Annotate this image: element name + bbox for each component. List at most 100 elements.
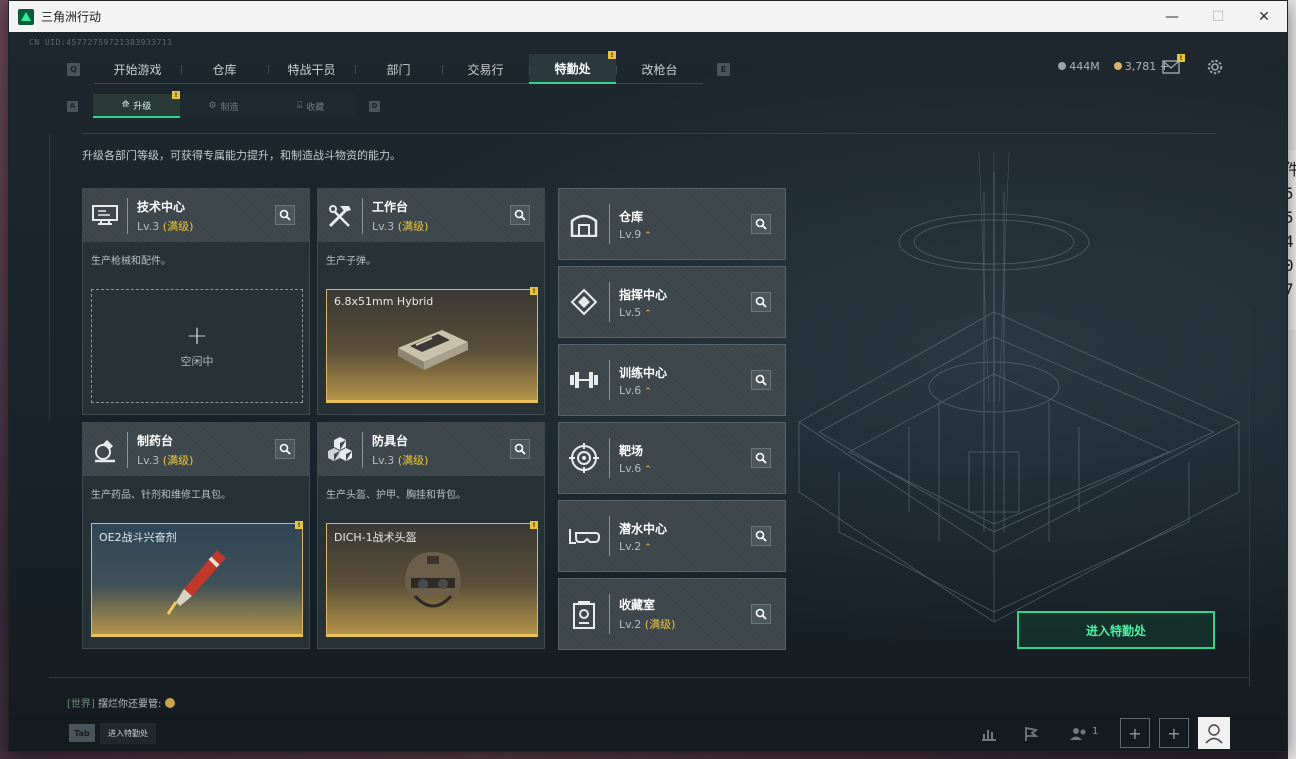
building-name: 靶场 — [619, 443, 644, 458]
search-icon[interactable] — [751, 292, 771, 312]
player-avatar[interactable] — [1198, 717, 1230, 749]
building-level: Lv.2 ⌃ — [619, 540, 667, 553]
building-card-training-center[interactable]: 训练中心 Lv.6 ⌃ — [558, 344, 786, 416]
target-icon — [559, 422, 609, 494]
close-button[interactable]: ✕ — [1241, 1, 1287, 32]
station-name: 工作台 — [372, 199, 409, 214]
add-party-member-button[interactable]: + — [1120, 718, 1150, 748]
card-separator — [609, 516, 610, 556]
max-level-tag: (满级) — [162, 219, 194, 233]
tab-gunsmith[interactable]: 改枪台 — [616, 54, 703, 84]
tab-special-ops[interactable]: 特勤处 ! — [529, 51, 616, 84]
item-name: OE2战斗兴奋剂 — [99, 531, 177, 544]
bottom-bar: Tab 进入特勤处 1 + + — [9, 715, 1287, 751]
max-level-tag: (满级) — [397, 453, 429, 467]
sub-nav: A ⟰ 升级 ! ⚙ 制造 ⌸ 收藏 D — [67, 91, 380, 118]
search-icon[interactable] — [510, 439, 530, 459]
search-icon[interactable] — [275, 439, 295, 459]
craft-icon: ⚙ — [208, 101, 217, 111]
card-separator — [609, 204, 610, 244]
search-icon[interactable] — [510, 205, 530, 225]
maximize-button[interactable]: ☐ — [1195, 1, 1241, 32]
chat-message: 摆烂你还要管: — [98, 699, 162, 710]
building-card-diving-center[interactable]: 潜水中心 Lv.2 ⌃ — [558, 500, 786, 572]
search-icon[interactable] — [751, 448, 771, 468]
station-card-workbench[interactable]: 工作台 Lv.3 (满级) 生产子弹。 6.8x51mm Hybrid ! — [317, 188, 545, 415]
tactical-helmet-icon — [405, 552, 461, 608]
search-icon[interactable] — [751, 370, 771, 390]
card-separator — [609, 282, 610, 322]
idle-production-slot[interactable]: + 空闲中 — [91, 289, 303, 403]
level-value: Lv.5 — [619, 305, 642, 319]
subtab-upgrade[interactable]: ⟰ 升级 ! — [93, 91, 180, 118]
computer-icon — [83, 189, 127, 242]
game-viewport: CN UID:4577275972138393371​1 Q 开始游戏 仓库 特… — [9, 32, 1287, 751]
enter-special-ops-button[interactable]: 进入特勤处 — [1017, 611, 1215, 649]
flag-icon[interactable] — [1019, 722, 1043, 746]
station-name: 防具台 — [372, 433, 409, 448]
tab-department[interactable]: 部门 — [355, 54, 442, 84]
subtab-collection[interactable]: ⌸ 收藏 — [267, 94, 354, 118]
building-card-command-center[interactable]: 指挥中心 Lv.5 ⌃ — [558, 266, 786, 338]
subnav-prev-key[interactable]: A — [67, 100, 78, 112]
notification-badge: ! — [295, 521, 303, 529]
currency-display: 444M 3,781 + — [1058, 60, 1169, 73]
friends-online-count: 1 — [1092, 726, 1099, 737]
subtab-craft[interactable]: ⚙ 制造 — [180, 94, 267, 118]
silver-currency[interactable]: 444M — [1058, 60, 1100, 73]
stats-chart-icon[interactable] — [977, 722, 1001, 746]
emoji-icon — [164, 698, 175, 708]
world-chat[interactable]: [世界] 摆烂你还要管: — [67, 695, 175, 710]
add-plus-icon: + — [186, 321, 208, 351]
station-card-tech-center[interactable]: 技术中心 Lv.3 (满级) 生产枪械和配件。 + 空闲中 — [82, 188, 310, 415]
settings-gear-icon[interactable] — [1205, 58, 1225, 76]
subnav-next-key[interactable]: D — [369, 100, 380, 112]
level-value: Lv.9 — [619, 227, 642, 241]
building-level: Lv.2 (满级) — [619, 616, 675, 632]
station-level: Lv.3 (满级) — [372, 452, 428, 468]
notification-badge: ! — [530, 521, 538, 529]
max-level-tag: (满级) — [644, 618, 676, 631]
nav-next-key[interactable]: E — [717, 62, 730, 76]
station-card-pharmacy[interactable]: 制药台 Lv.3 (满级) 生产药品、针剂和维修工具包。 OE2战斗兴奋剂 ! — [82, 422, 310, 649]
subtab-craft-label: 制造 — [220, 102, 239, 113]
tab-warehouse[interactable]: 仓库 — [181, 54, 268, 84]
nav-prev-key[interactable]: Q — [67, 62, 80, 76]
building-level: Lv.6 ⌃ — [619, 384, 667, 397]
tab-operators[interactable]: 特战干员 — [268, 54, 355, 84]
production-slot[interactable]: OE2战斗兴奋剂 ! — [91, 521, 303, 637]
building-card-warehouse[interactable]: 仓库 Lv.9 ⌃ — [558, 188, 786, 260]
station-card-armor[interactable]: 防具台 Lv.3 (满级) 生产头盔、护甲、胸挂和背包。 DICH-1战术头盔 … — [317, 422, 545, 649]
main-nav: Q 开始游戏 仓库 特战干员 部门 交易行 特勤处 ! 改枪台 E — [67, 51, 730, 84]
search-icon[interactable] — [275, 205, 295, 225]
level-value: Lv.6 — [619, 461, 642, 475]
minimize-button[interactable]: — — [1149, 1, 1195, 32]
building-card-collection-room[interactable]: 收藏室 Lv.2 (满级) — [558, 578, 786, 650]
search-icon[interactable] — [751, 526, 771, 546]
production-slot[interactable]: 6.8x51mm Hybrid ! — [326, 287, 538, 403]
mail-icon[interactable]: ! — [1161, 54, 1185, 76]
dumbbell-icon — [559, 344, 609, 416]
tab-market[interactable]: 交易行 — [442, 54, 529, 84]
title-bar[interactable]: 三角洲行动 — ☐ ✕ — [9, 1, 1287, 32]
diving-mask-icon — [559, 500, 609, 572]
station-name: 制药台 — [137, 433, 174, 448]
item-name: DICH-1战术头盔 — [334, 531, 417, 544]
subtab-upgrade-label: 升级 — [133, 101, 152, 112]
tab-shortcut-hint[interactable]: Tab 进入特勤处 — [69, 722, 156, 744]
add-party-member-button[interactable]: + — [1159, 718, 1189, 748]
desktop-background-strip — [1288, 0, 1296, 759]
production-slot[interactable]: DICH-1战术头盔 ! — [326, 521, 538, 637]
station-description: 生产子弹。 — [326, 256, 376, 267]
tab-start-game[interactable]: 开始游戏 — [94, 54, 181, 84]
station-level: Lv.3 (满级) — [372, 218, 428, 234]
search-icon[interactable] — [751, 604, 771, 624]
search-icon[interactable] — [751, 214, 771, 234]
card-separator — [362, 197, 363, 234]
building-card-shooting-range[interactable]: 靶场 Lv.6 ⌃ — [558, 422, 786, 494]
friends-icon[interactable] — [1067, 722, 1091, 746]
upgrade-icon: ⟰ — [121, 100, 130, 110]
microscope-icon — [83, 423, 127, 476]
silver-amount: 444M — [1069, 60, 1100, 73]
card-separator — [609, 360, 610, 400]
